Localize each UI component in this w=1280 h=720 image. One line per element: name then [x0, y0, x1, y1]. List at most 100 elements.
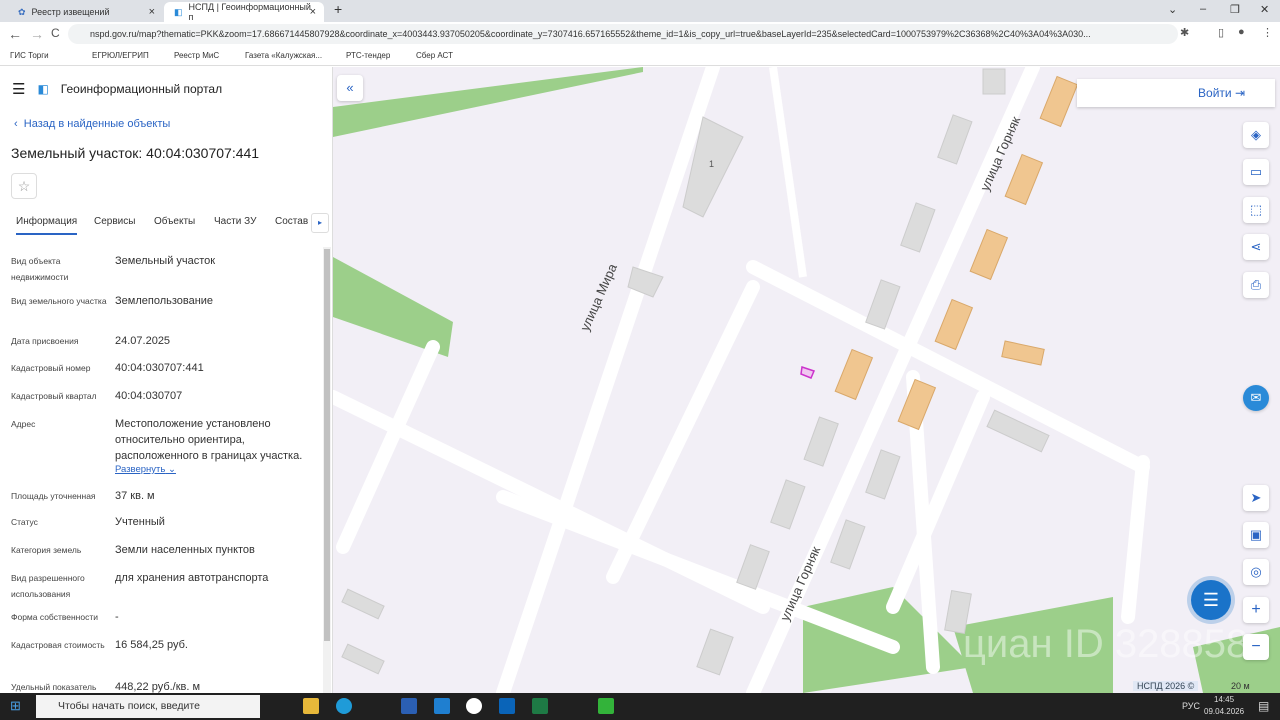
back-link[interactable]: ‹ Назад в найденные объекты — [14, 118, 170, 130]
bookmark[interactable]: Сбер АСТ — [416, 51, 453, 60]
page-title: Земельный участок: 40:04:030707:441 — [11, 145, 260, 161]
menu-icon[interactable]: ⋮ — [1262, 26, 1273, 39]
geolocation-icon[interactable]: ➤ — [1243, 485, 1269, 511]
clock-date[interactable]: 09.04.2026 — [1204, 707, 1244, 716]
favorite-star-icon[interactable]: ☆ — [11, 173, 37, 199]
outlook-icon[interactable] — [499, 698, 515, 714]
hamburger-menu-icon[interactable]: ☰ — [12, 80, 25, 98]
back-arrow-icon[interactable]: ← — [8, 26, 22, 42]
field-value: 40:04:030707 — [115, 390, 183, 402]
field-label: Форма собственности — [11, 612, 98, 622]
field-value: Земли населенных пунктов — [115, 544, 255, 556]
bookmark[interactable]: Газета «Калужская... — [245, 51, 322, 60]
language-indicator[interactable]: РУС — [1182, 701, 1200, 711]
street-label: улица Мира — [577, 261, 620, 333]
close-tab-icon[interactable]: × — [149, 6, 155, 18]
field-value: Землепользование — [115, 295, 214, 307]
tab-favicon-icon: ✿ — [18, 6, 26, 17]
field-label: Адрес — [11, 419, 36, 429]
share-icon[interactable]: ⋖ — [1243, 234, 1269, 260]
scrollbar-thumb[interactable] — [324, 249, 330, 641]
mail-icon[interactable] — [434, 698, 450, 714]
edge-icon[interactable] — [336, 698, 352, 714]
field-label: Кадастровая стоимость — [11, 640, 105, 650]
field-label: Дата присвоения — [11, 336, 79, 346]
layers-icon[interactable]: ◈ — [1243, 122, 1269, 148]
tab-composition[interactable]: Состав — [275, 216, 308, 227]
tab-favicon-icon: ◧ — [174, 6, 183, 17]
forward-arrow-icon[interactable]: → — [30, 26, 44, 42]
tab-services[interactable]: Сервисы — [94, 216, 135, 227]
reload-icon[interactable]: C — [51, 26, 60, 40]
zoom-out-button[interactable]: − — [1243, 634, 1269, 660]
close-tab-icon[interactable]: × — [310, 6, 316, 18]
zoom-in-button[interactable]: + — [1243, 597, 1269, 623]
map-canvas: улица Мира улица Горняк улица Горняк 1 ц… — [333, 67, 1280, 693]
object-panel: ☰ ◧ Геоинформационный портал ‹ Назад в най… — [0, 67, 333, 693]
maximize-button[interactable]: ❐ — [1230, 3, 1240, 16]
start-button-icon[interactable]: ⊞ — [10, 698, 21, 714]
side-panel-icon[interactable]: ▯ — [1218, 26, 1224, 39]
login-button[interactable]: Войти ⇥ — [1077, 79, 1275, 107]
tab-parts[interactable]: Части ЗУ — [214, 216, 256, 227]
field-label: Кадастровый квартал — [11, 391, 97, 401]
expand-link[interactable]: Развернуть ⌄ — [115, 464, 176, 475]
minimap-icon[interactable]: ▣ — [1243, 522, 1269, 548]
building-number: 1 — [709, 159, 714, 169]
support-chat-icon[interactable]: ✉ — [1243, 385, 1269, 411]
browser-tab-bar: ✿ Реестр извещений × ◧ НСПД | Геоинформацио… — [0, 0, 1280, 22]
excel-icon[interactable] — [532, 698, 548, 714]
explorer-icon[interactable] — [303, 698, 319, 714]
map-attribution: НСПД 2026 © — [1133, 681, 1199, 691]
extensions-icon[interactable]: ✱ — [1180, 26, 1189, 39]
panel-scrollbar[interactable] — [323, 247, 331, 693]
search-location-icon[interactable]: ◎ — [1243, 559, 1269, 585]
field-value: для хранения автотранспорта — [115, 572, 269, 584]
bookmark[interactable]: РТС-тендер — [346, 51, 390, 60]
watermark: циан ID 328858 — [963, 622, 1248, 666]
collapse-panel-button[interactable]: « — [337, 75, 363, 101]
new-tab-button[interactable]: + — [334, 1, 342, 17]
tab-objects[interactable]: Объекты — [154, 216, 195, 227]
ruler-icon[interactable]: ▭ — [1243, 159, 1269, 185]
word-icon[interactable] — [401, 698, 417, 714]
field-label: Категория земель — [11, 545, 82, 555]
field-value: Земельный участок — [115, 255, 216, 267]
panel-tabs: Информация Сервисы Объекты Части ЗУ Сост… — [0, 213, 332, 237]
url-input[interactable]: nspd.gov.ru/map?thematic=PKK&zoom=17.686… — [68, 24, 1178, 44]
field-label: Вид земельного участка — [11, 296, 107, 306]
notifications-icon[interactable]: ▤ — [1258, 699, 1269, 713]
browser-tab[interactable]: ✿ Реестр извещений × — [8, 2, 163, 22]
field-value: Учтенный — [115, 516, 165, 528]
tab-info[interactable]: Информация — [16, 216, 78, 235]
chat-button[interactable]: ☰ — [1191, 580, 1231, 620]
tab-search-icon[interactable]: ⌄ — [1168, 3, 1177, 16]
chrome-icon[interactable] — [466, 698, 482, 714]
portal-logo-icon: ◧ — [37, 82, 49, 96]
clock-time[interactable]: 14:45 — [1214, 695, 1234, 704]
field-label: Площадь уточненная — [11, 491, 96, 501]
print-icon[interactable]: ⎙ — [1243, 272, 1269, 298]
close-window-button[interactable]: ✕ — [1260, 3, 1269, 16]
select-area-icon[interactable]: ⬚ — [1243, 197, 1269, 223]
bookmark[interactable]: Реестр МиС — [174, 51, 219, 60]
bookmark[interactable]: ЕГРЮЛ/ЕГРИП — [92, 51, 149, 60]
address-bar-row: ← → C nspd.gov.ru/map?thematic=PKK&zoom=… — [0, 22, 1280, 46]
minimize-button[interactable]: – — [1200, 3, 1206, 15]
field-value: 448,22 руб./кв. м — [115, 681, 201, 693]
map-view[interactable]: улица Мира улица Горняк улица Горняк 1 ц… — [333, 67, 1280, 693]
taskbar-search-input[interactable]: Чтобы начать поиск, введите — [36, 695, 260, 718]
browser-tab-active[interactable]: ◧ НСПД | Геоинформационный п × — [164, 2, 324, 22]
field-value: - — [115, 611, 119, 623]
taskbar: ⊞ Чтобы начать поиск, введите РУС 14:45 … — [0, 693, 1280, 720]
app-icon[interactable] — [598, 698, 614, 714]
profile-icon[interactable]: ● — [1238, 26, 1245, 38]
field-label: Вид объекта недвижимости — [11, 256, 69, 282]
selected-parcel — [800, 366, 816, 379]
field-value: 40:04:030707:441 — [115, 362, 204, 374]
green-area — [333, 67, 643, 137]
tabs-scroll-right-icon[interactable]: ▸ — [311, 213, 329, 233]
bookmarks-bar: ГИС Торги ЕГРЮЛ/ЕГРИП Реестр МиС Газета … — [0, 46, 1280, 66]
bookmark[interactable]: ГИС Торги — [10, 51, 49, 60]
field-value: Местоположение установлено относительно … — [115, 418, 303, 462]
